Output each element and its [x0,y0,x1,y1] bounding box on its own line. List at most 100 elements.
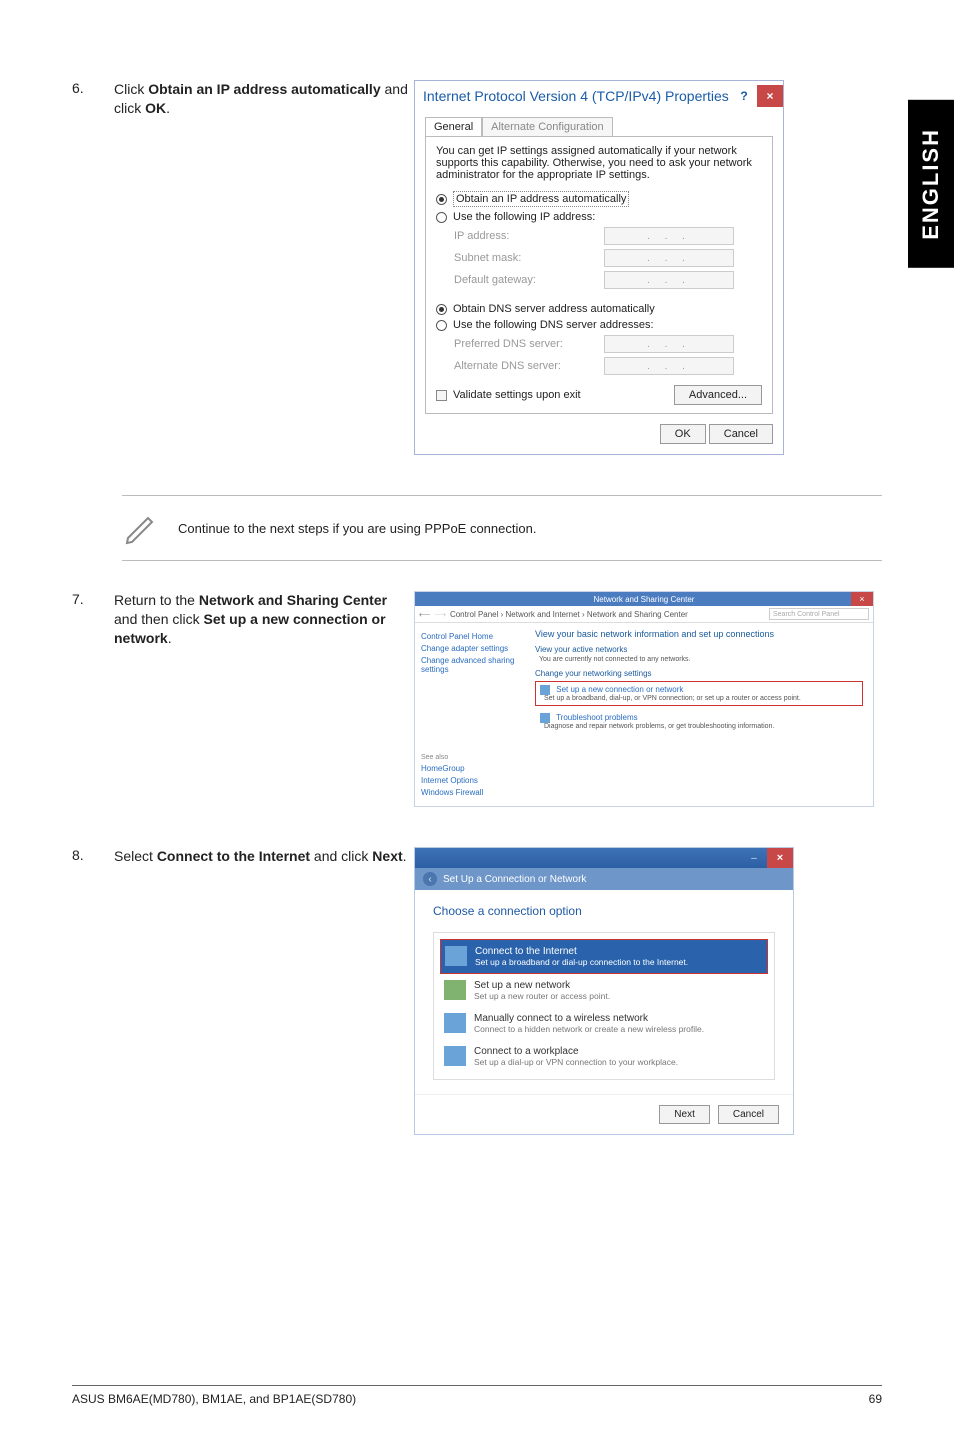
radio-icon [436,320,447,331]
sidebar-link-homegroup[interactable]: HomeGroup [421,764,519,773]
text: Click [114,81,148,97]
highlighted-option: Set up a new connection or network Set u… [535,681,863,706]
option-desc: Connect to a hidden network or create a … [474,1024,764,1034]
close-button[interactable]: × [757,85,783,107]
help-button[interactable]: ? [731,85,757,107]
network-sharing-center-window: Network and Sharing Center × ⟵ ⟶ Control… [414,591,874,807]
router-icon [444,980,466,1000]
radio-obtain-dns-auto[interactable]: Obtain DNS server address automatically [436,303,762,315]
ok-button[interactable]: OK [660,424,706,444]
minimize-button[interactable]: – [741,848,767,868]
address-bar: ⟵ ⟶ Control Panel › Network and Internet… [415,606,873,623]
advanced-button[interactable]: Advanced... [674,385,762,405]
radio-label: Obtain DNS server address automatically [453,303,655,315]
radio-label: Use the following DNS server addresses: [453,319,654,331]
label-default-gateway: Default gateway: [454,274,604,286]
option-title: Set up a new network [474,980,764,991]
radio-obtain-ip-auto[interactable]: Obtain an IP address automatically [436,191,762,207]
main-panel: View your basic network information and … [525,623,873,806]
setup-connection-desc: Set up a broadband, dial-up, or VPN conn… [544,695,858,702]
checkbox-validate[interactable] [436,390,447,401]
nav-back-icon[interactable]: ⟵ [419,610,430,619]
text: Return to the [114,592,199,608]
text-bold: Next [372,848,402,864]
main-heading: View your basic network information and … [535,629,863,639]
dialog-titlebar: Internet Protocol Version 4 (TCP/IPv4) P… [415,81,783,111]
dialog-info-text: You can get IP settings assigned automat… [436,145,762,181]
globe-icon [445,946,467,966]
option-setup-network[interactable]: Set up a new network Set up a new router… [440,974,768,1007]
setup-connection-wizard: – × ‹ Set Up a Connection or Network Cho… [414,847,794,1135]
wizard-titlebar: – × [415,848,793,868]
troubleshoot-icon [540,713,550,723]
tab-general[interactable]: General [425,117,482,136]
footer-product-name: ASUS BM6AE(MD780), BM1AE, and BP1AE(SD78… [72,1392,356,1406]
sidebar: Control Panel Home Change adapter settin… [415,623,525,806]
sidebar-link-internet-options[interactable]: Internet Options [421,776,519,785]
text: . [403,848,407,864]
option-connect-workplace[interactable]: Connect to a workplace Set up a dial-up … [440,1040,768,1073]
alternate-dns-field: . . . [604,357,734,375]
sidebar-link-advanced-sharing[interactable]: Change advanced sharing settings [421,656,519,674]
step-text: Click Obtain an IP address automatically… [114,80,414,455]
option-connect-internet[interactable]: Connect to the Internet Set up a broadba… [440,939,768,974]
page-number: 69 [869,1392,882,1406]
window-titlebar: Network and Sharing Center × [415,592,873,606]
text: and then click [114,611,204,627]
window-title: Network and Sharing Center [594,595,695,604]
option-manual-wireless[interactable]: Manually connect to a wireless network C… [440,1007,768,1040]
nav-fwd-icon[interactable]: ⟶ [434,610,445,619]
label-preferred-dns: Preferred DNS server: [454,338,604,350]
radio-icon [436,212,447,223]
wizard-heading: Choose a connection option [433,904,775,918]
preferred-dns-field: . . . [604,335,734,353]
cancel-button[interactable]: Cancel [718,1105,779,1124]
text-bold: OK [145,100,166,116]
step-6: 6. Click Obtain an IP address automatica… [72,80,882,455]
text-bold: Connect to the Internet [157,848,310,864]
step-number: 7. [72,591,114,807]
footer-rase [72,1385,882,1386]
close-button[interactable]: × [767,848,793,868]
connection-icon [540,685,550,695]
subheading-view-active: View your active networks [535,645,863,654]
label-subnet-mask: Subnet mask: [454,252,604,264]
default-gateway-field: . . . [604,271,734,289]
option-desc: Set up a broadband or dial-up connection… [475,957,763,967]
subheading-change-settings: Change your networking settings [535,669,863,678]
sidebar-link-firewall[interactable]: Windows Firewall [421,788,519,797]
setup-connection-link[interactable]: Set up a new connection or network [556,685,683,694]
radio-icon [436,194,447,205]
radio-use-following-ip[interactable]: Use the following IP address: [436,211,762,223]
search-input[interactable]: Search Control Panel [769,608,869,620]
sidebar-link-home[interactable]: Control Panel Home [421,632,519,641]
step-number: 8. [72,847,114,1135]
troubleshoot-desc: Diagnose and repair network problems, or… [544,723,858,730]
subnet-mask-field: . . . [604,249,734,267]
text: and click [310,848,372,864]
breadcrumb[interactable]: Control Panel › Network and Internet › N… [450,610,765,619]
text: . [166,100,170,116]
sidebar-seealso: See also [421,754,519,761]
cancel-button[interactable]: Cancel [709,424,773,444]
sidebar-link-adapter[interactable]: Change adapter settings [421,644,519,653]
radio-label: Obtain an IP address automatically [453,191,629,207]
wizard-header: ‹ Set Up a Connection or Network [415,868,793,890]
wifi-icon [444,1013,466,1033]
close-button[interactable]: × [851,592,873,606]
back-button[interactable]: ‹ [423,872,437,886]
note-text: Continue to the next steps if you are us… [178,521,536,536]
building-icon [444,1046,466,1066]
radio-use-following-dns[interactable]: Use the following DNS server addresses: [436,319,762,331]
checkbox-label: Validate settings upon exit [453,389,581,401]
option-title: Connect to a workplace [474,1046,764,1057]
step-text: Select Connect to the Internet and click… [114,847,414,1135]
wizard-subtitle: Set Up a Connection or Network [443,874,586,885]
ip-address-field: . . . [604,227,734,245]
troubleshoot-link[interactable]: Troubleshoot problems [556,713,638,722]
next-button[interactable]: Next [659,1105,710,1124]
dialog-title: Internet Protocol Version 4 (TCP/IPv4) P… [423,88,729,104]
note-box: Continue to the next steps if you are us… [122,495,882,561]
text-bold: Network and Sharing Center [199,592,387,608]
tab-alternate-configuration[interactable]: Alternate Configuration [482,117,613,136]
